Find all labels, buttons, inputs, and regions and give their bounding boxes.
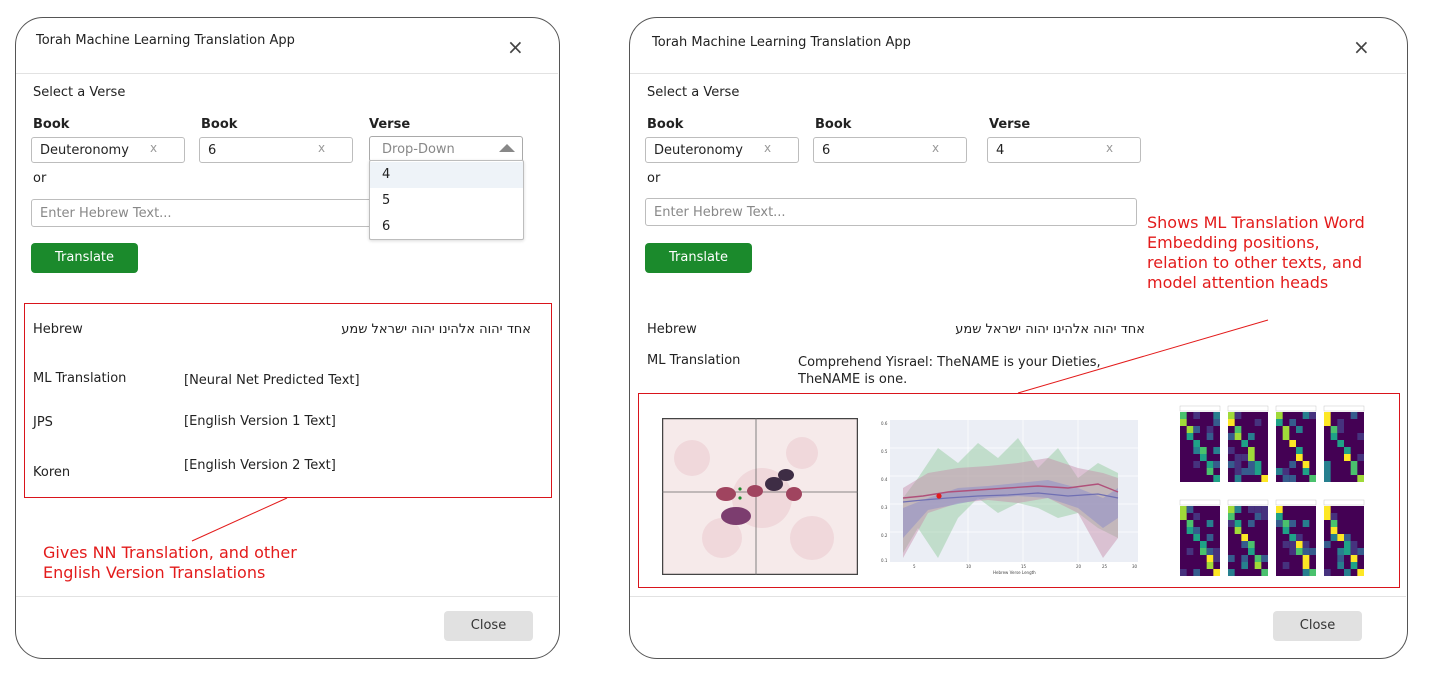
plot-xtick: 30 — [1132, 564, 1138, 569]
right-close-button[interactable]: Close — [1273, 611, 1362, 641]
plot-ytick: 0.5 — [881, 449, 888, 454]
attention-head-panel — [1179, 499, 1221, 576]
attention-head-panel — [1323, 499, 1365, 576]
right-footer-divider — [630, 596, 1406, 597]
plot-ytick: 0.4 — [881, 477, 888, 482]
plot-xtick: 15 — [1021, 564, 1027, 569]
plot-xlabel: Hebrew Verse Length — [993, 570, 1036, 575]
plot-xtick: 20 — [1076, 564, 1082, 569]
plot-ytick: 0.2 — [881, 533, 888, 538]
attention-head-panel — [1275, 405, 1317, 482]
plot-xtick: 10 — [966, 564, 972, 569]
attention-head-panel — [1227, 405, 1269, 482]
plot-xtick: 5 — [913, 564, 916, 569]
attention-head-panel — [1179, 405, 1221, 482]
attention-head-panel — [1323, 405, 1365, 482]
plot-ytick: 0.1 — [881, 558, 888, 563]
attention-head-panel — [1275, 499, 1317, 576]
attention-head-panel — [1227, 499, 1269, 576]
attention-heads-image — [1179, 405, 1365, 576]
plot-ytick: 0.6 — [881, 421, 888, 426]
embedding-distance-plot: 0.6 0.5 0.4 0.3 0.2 0.1 5 10 15 20 25 30… — [881, 420, 1138, 575]
plot-xtick: 25 — [1102, 564, 1108, 569]
embedding-map-image — [662, 418, 858, 575]
plot-ytick: 0.3 — [881, 505, 888, 510]
